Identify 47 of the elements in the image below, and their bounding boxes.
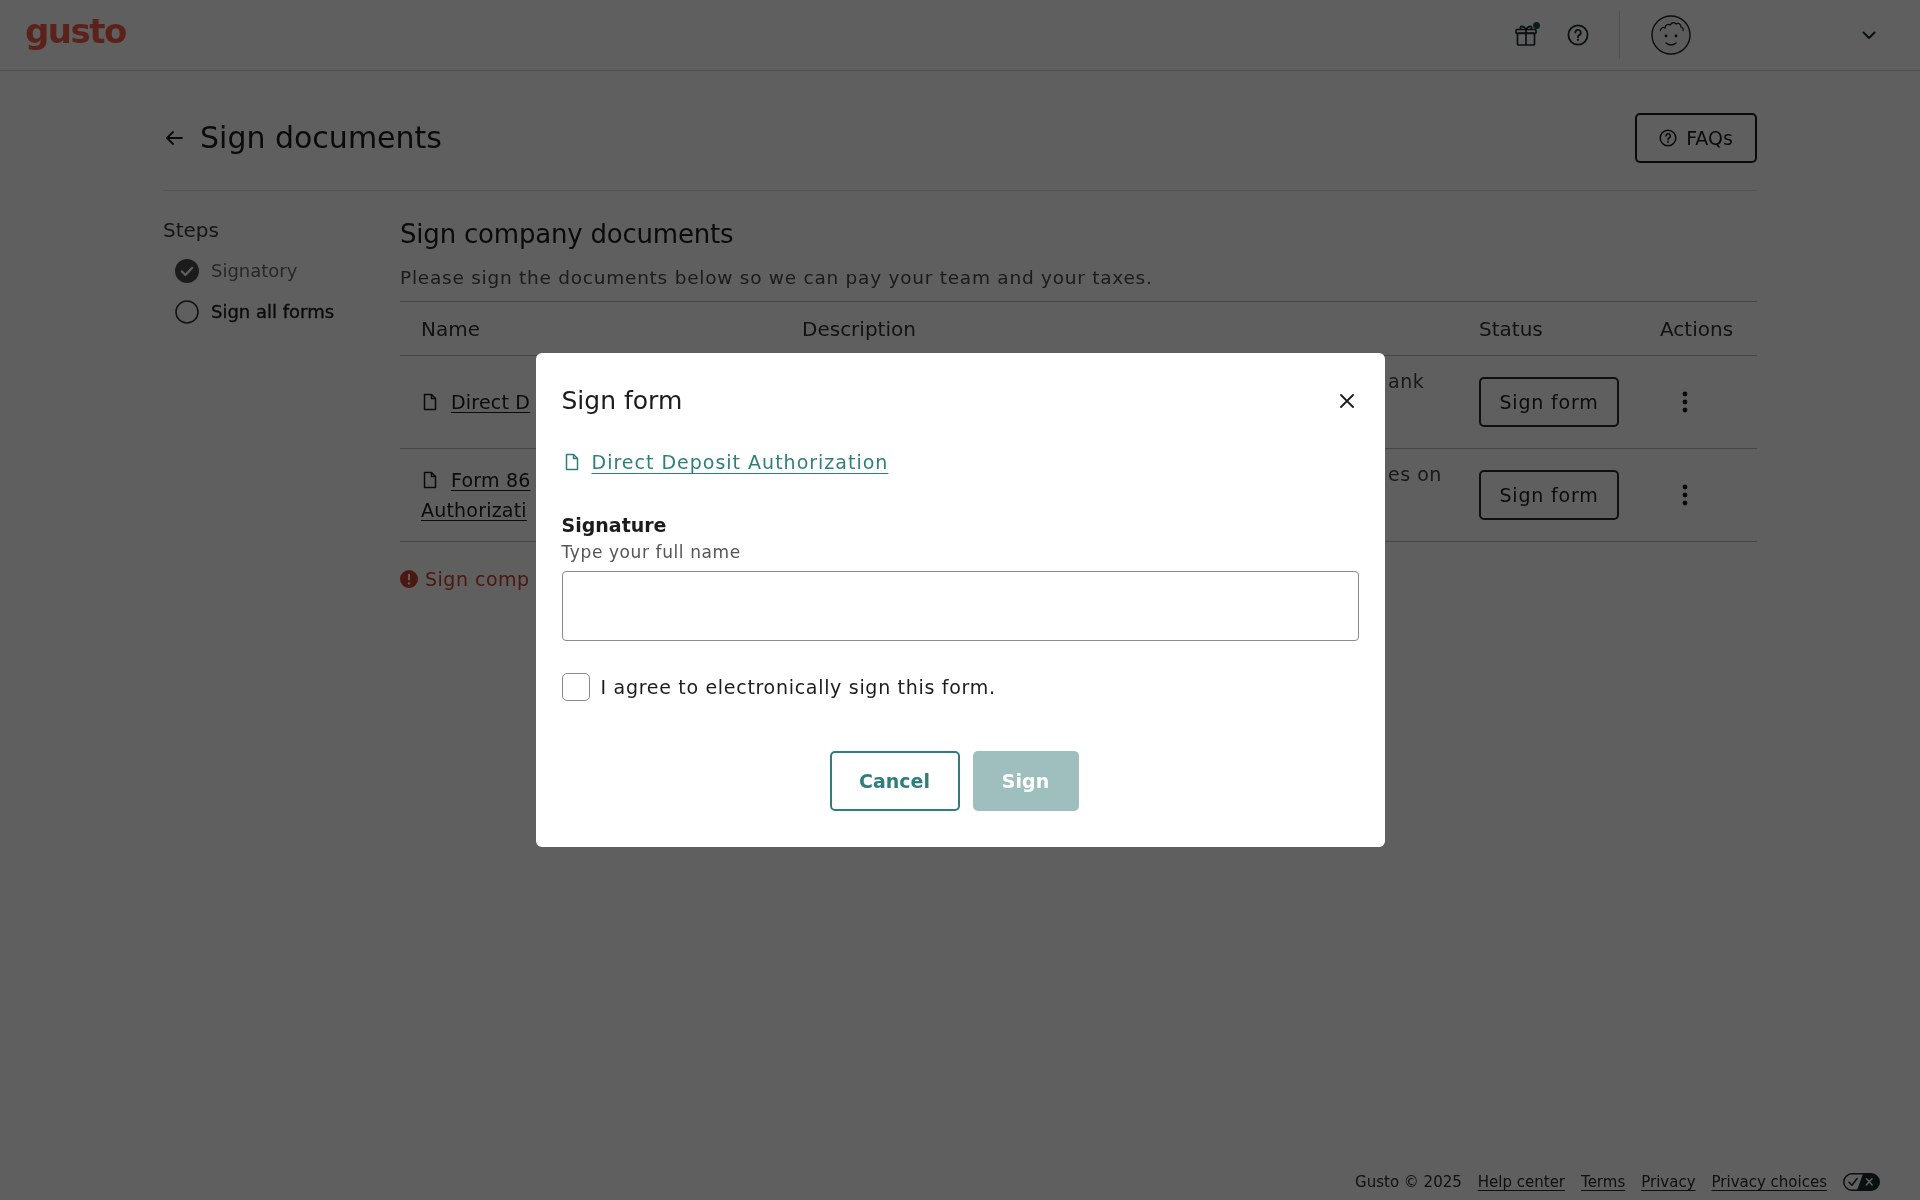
faqs-button[interactable]: FAQs bbox=[1635, 113, 1757, 163]
signature-input[interactable] bbox=[561, 571, 1359, 641]
kebab-menu-icon[interactable] bbox=[1682, 391, 1688, 413]
document-link[interactable]: Direct Deposit Authorization bbox=[591, 451, 889, 473]
column-header: Status bbox=[1478, 316, 1544, 341]
steps-heading: Steps bbox=[163, 218, 220, 242]
document-icon bbox=[423, 471, 437, 489]
signature-description: Type your full name bbox=[561, 541, 742, 563]
kebab-menu-icon[interactable] bbox=[1682, 484, 1688, 506]
sign-form-button[interactable]: Sign form bbox=[1479, 470, 1619, 520]
document-link[interactable]: Authorizati bbox=[421, 495, 527, 525]
column-header: Name bbox=[420, 316, 481, 341]
signature-label: Signature bbox=[561, 513, 668, 537]
help-icon[interactable] bbox=[1567, 24, 1589, 46]
logo[interactable]: gusto bbox=[25, 14, 126, 48]
footer-link[interactable]: Privacy choices bbox=[1711, 1172, 1827, 1192]
chevron-down-icon[interactable] bbox=[1862, 30, 1876, 40]
step-label[interactable]: Signatory bbox=[211, 259, 298, 283]
column-header: Description bbox=[801, 316, 917, 341]
cancel-button[interactable]: Cancel bbox=[829, 751, 960, 811]
step-label[interactable]: Sign all forms bbox=[211, 300, 335, 324]
document-icon bbox=[423, 393, 437, 411]
agree-label[interactable]: I agree to electronically sign this form. bbox=[600, 673, 996, 701]
close-icon[interactable] bbox=[1339, 394, 1354, 408]
dialog-title: Sign form bbox=[561, 385, 683, 417]
column-header: Actions bbox=[1659, 316, 1735, 341]
description-text: ank bbox=[1388, 370, 1425, 392]
document-link[interactable]: Direct D bbox=[451, 387, 531, 417]
back-arrow-icon[interactable] bbox=[165, 131, 183, 145]
footer-link[interactable]: Privacy bbox=[1641, 1172, 1696, 1192]
footer-link[interactable]: Help center bbox=[1477, 1172, 1566, 1192]
document-link[interactable]: Form 86 bbox=[451, 465, 531, 495]
error-message: Sign comp bbox=[425, 568, 530, 590]
help-icon bbox=[1659, 129, 1678, 147]
section-subtitle: Please sign the documents below so we can pay your team and your taxes. bbox=[400, 266, 1154, 290]
privacy-toggle-icon[interactable] bbox=[1843, 1173, 1880, 1191]
checkbox[interactable] bbox=[561, 673, 590, 701]
avatar-icon[interactable] bbox=[1651, 15, 1691, 55]
gift-icon[interactable] bbox=[1514, 22, 1540, 48]
sign-form-button[interactable]: Sign form bbox=[1479, 377, 1619, 427]
document-icon bbox=[564, 453, 579, 471]
copyright-text: Gusto © 2025 bbox=[1355, 1172, 1462, 1192]
description-text: es on bbox=[1388, 463, 1442, 485]
footer-link[interactable]: Terms bbox=[1581, 1172, 1626, 1192]
page-title: Sign documents bbox=[200, 120, 442, 156]
section-title: Sign company documents bbox=[400, 218, 735, 250]
error-icon bbox=[400, 570, 418, 588]
